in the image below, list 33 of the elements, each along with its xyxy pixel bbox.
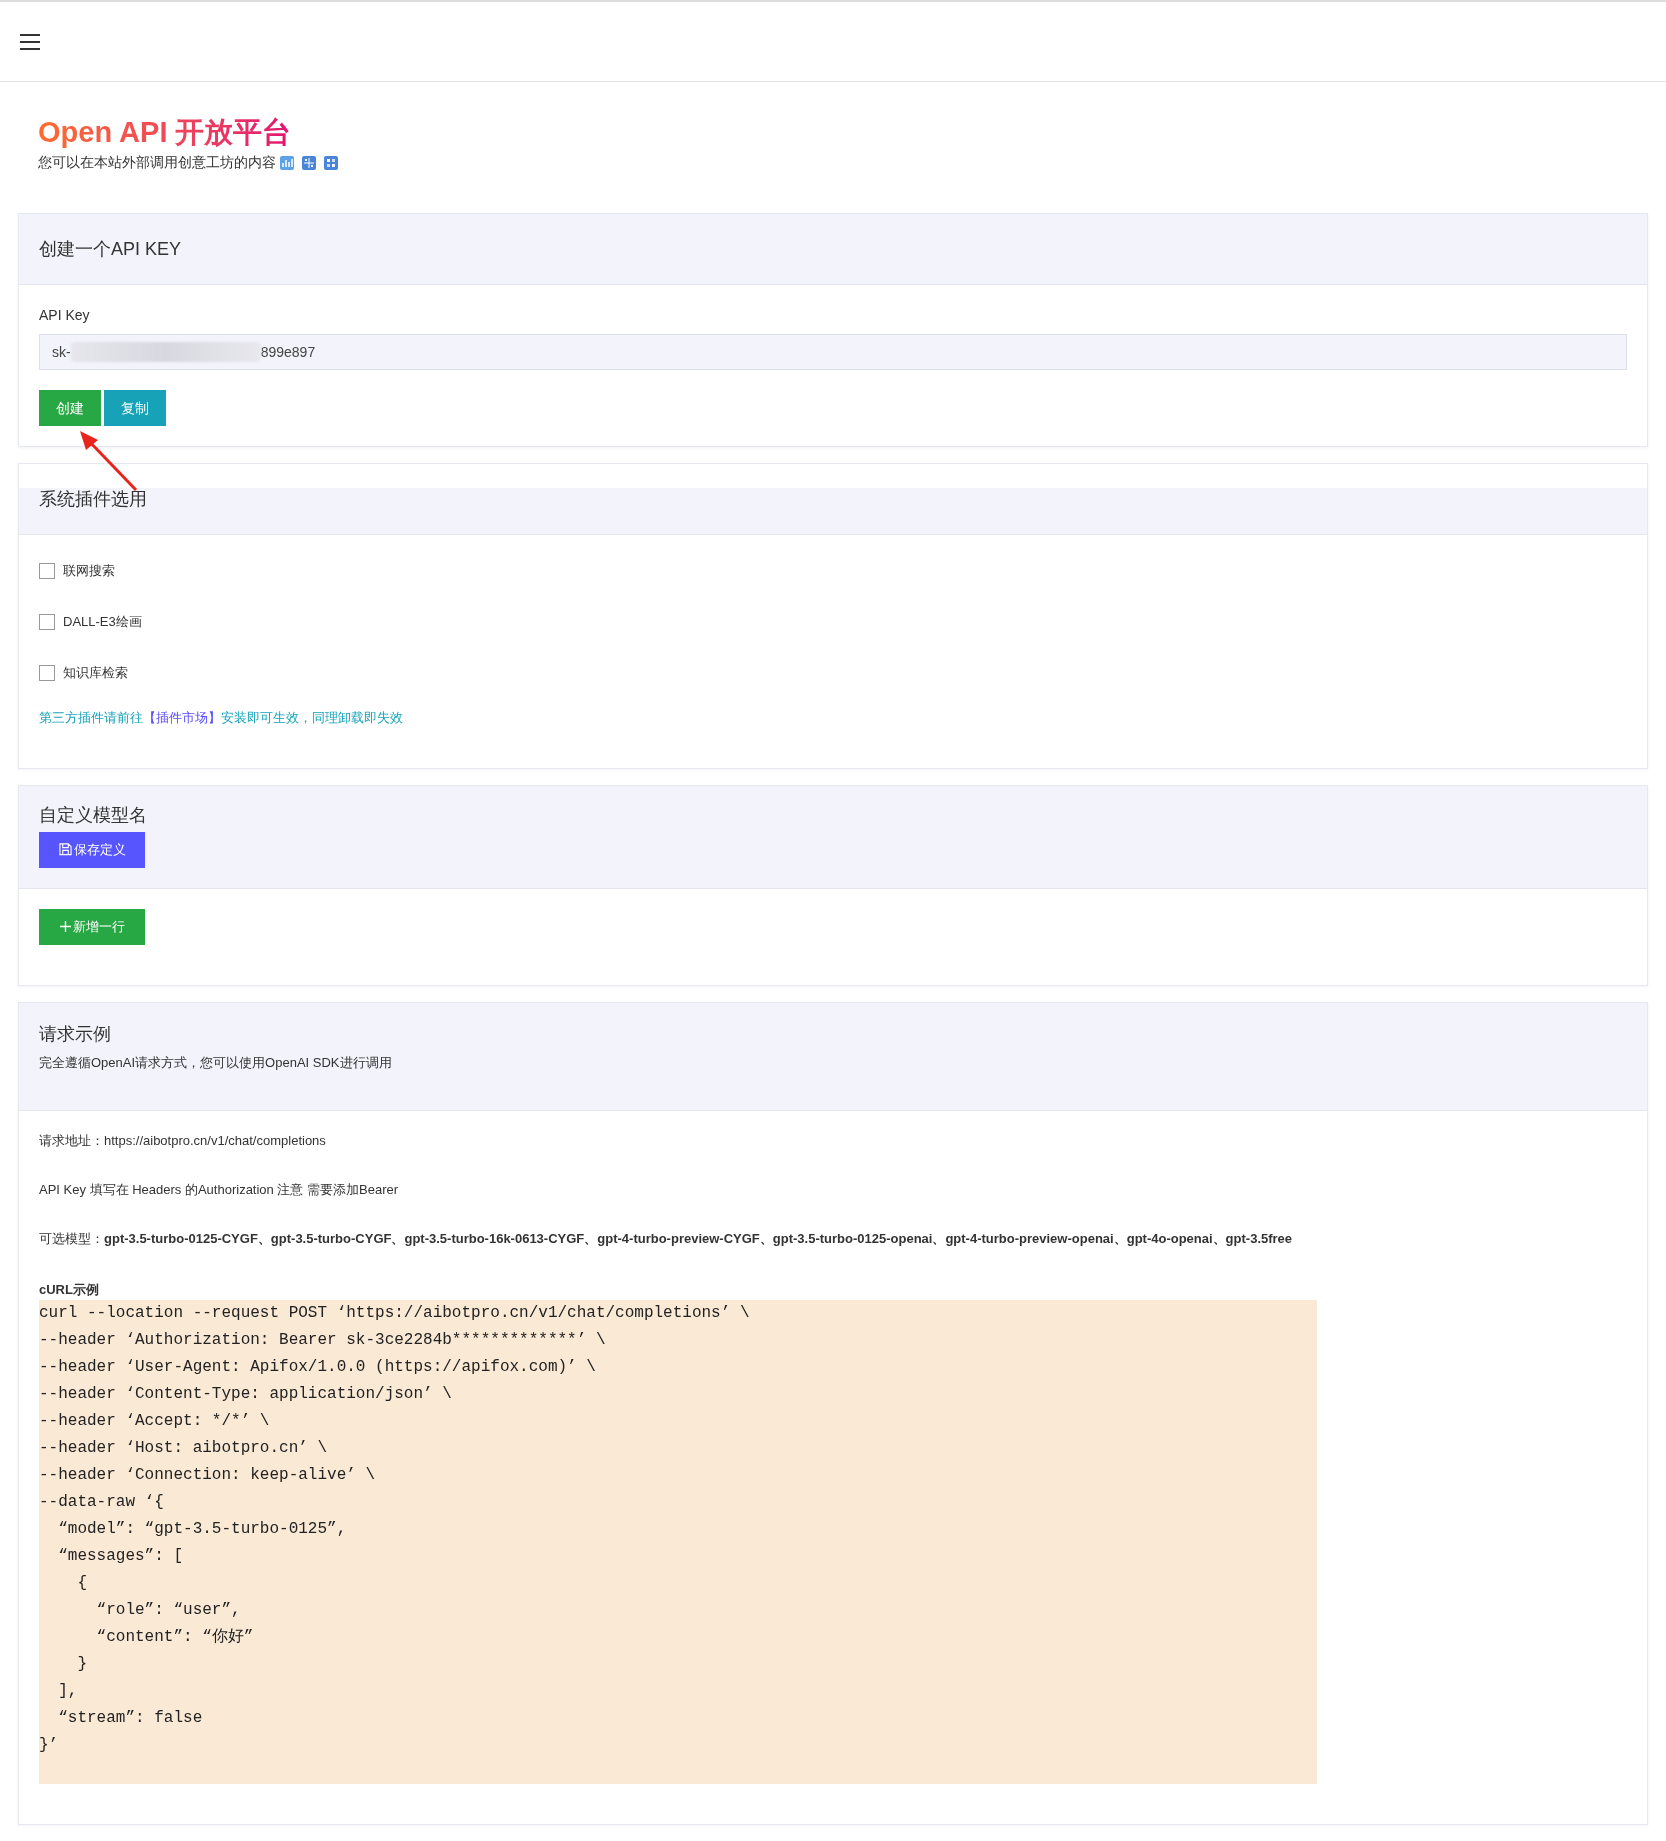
- plus-icon: [59, 921, 71, 933]
- checkbox[interactable]: [39, 664, 55, 681]
- checkbox[interactable]: [39, 562, 55, 579]
- info-text: 可选模型：gpt-3.5-turbo-0125-CYGF、gpt-3.5-turbo-CYGF、gpt-3.5-turbo-16k-0613-CYGF、gpt-4-turbo-preview-CYGF、gpt-3.5-turbo-0125-openai、gpt-4-turbo-preview-openai、gpt-4o-openai、gpt-3.5free: [39, 1230, 1294, 1249]
- checkbox[interactable]: [39, 613, 55, 630]
- card-subtitle: 完全遵循OpenAI请求方式，您可以使用OpenAI SDK进行调用: [39, 1053, 393, 1072]
- annotation-arrow: [78, 430, 138, 492]
- copy-button[interactable]: 复制: [104, 390, 166, 427]
- add-row-button[interactable]: 新增一行: [39, 908, 145, 945]
- grid-icon: [302, 155, 316, 170]
- plugin-market-link[interactable]: 【插件市场】: [143, 710, 221, 726]
- field-label: API Key: [39, 306, 91, 326]
- save-icon: [58, 843, 72, 857]
- card-title: 系统插件选用: [39, 488, 147, 511]
- card-title: 创建一个API KEY: [39, 238, 183, 262]
- chart-icon: [280, 155, 294, 170]
- code-title: cURL示例: [39, 1281, 100, 1300]
- create-button[interactable]: 创建: [39, 390, 101, 427]
- page-subtitle: 您可以在本站外部调用创意工坊的内容: [38, 153, 276, 173]
- api-key-field[interactable]: sk- 899e897: [39, 334, 1627, 371]
- save-button[interactable]: 保存定义: [39, 831, 145, 868]
- grid-icon: [324, 155, 338, 170]
- card-title: 自定义模型名: [39, 803, 148, 826]
- info-text: 请求地址：https://aibotpro.cn/v1/chat/completions: [39, 1132, 327, 1151]
- menu-icon[interactable]: [20, 33, 40, 50]
- plugin-note: 第三方插件请前往【插件市场】安装即可生效，同理卸载即失效: [39, 709, 404, 728]
- checkbox-label: 联网搜索: [63, 562, 115, 580]
- card-title: 请求示例: [39, 1022, 112, 1045]
- page-title: Open API 开放平台: [38, 114, 292, 151]
- checkbox-label: 知识库检索: [63, 664, 128, 682]
- checkbox-label: DALL-E3绘画: [63, 613, 142, 631]
- code-block: curl --location --request POST ‘https://aibotpro.cn/v1/chat/completions’ \ --header ‘Authorization: Bearer sk-3ce2284b*************’ \ --header ‘User-Agent: Apifox/1.0.0 (https://apifox.com)’ \ --header ‘Content-Type: application/json’ \ --header ‘Accept: */*’ \ --header ‘Host: aibotpro.cn’ \ --header ‘Connection: keep-alive’ \ --data-raw ‘{ “model”: “gpt-3.5-turbo-0125”, “messages”: [ { “role”: “user”, “content”: “你好” } ], “stream”: false }’: [39, 1299, 1317, 1784]
- info-text: API Key 填写在 Headers 的Authorization 注意 需要添加Bearer: [39, 1181, 400, 1200]
